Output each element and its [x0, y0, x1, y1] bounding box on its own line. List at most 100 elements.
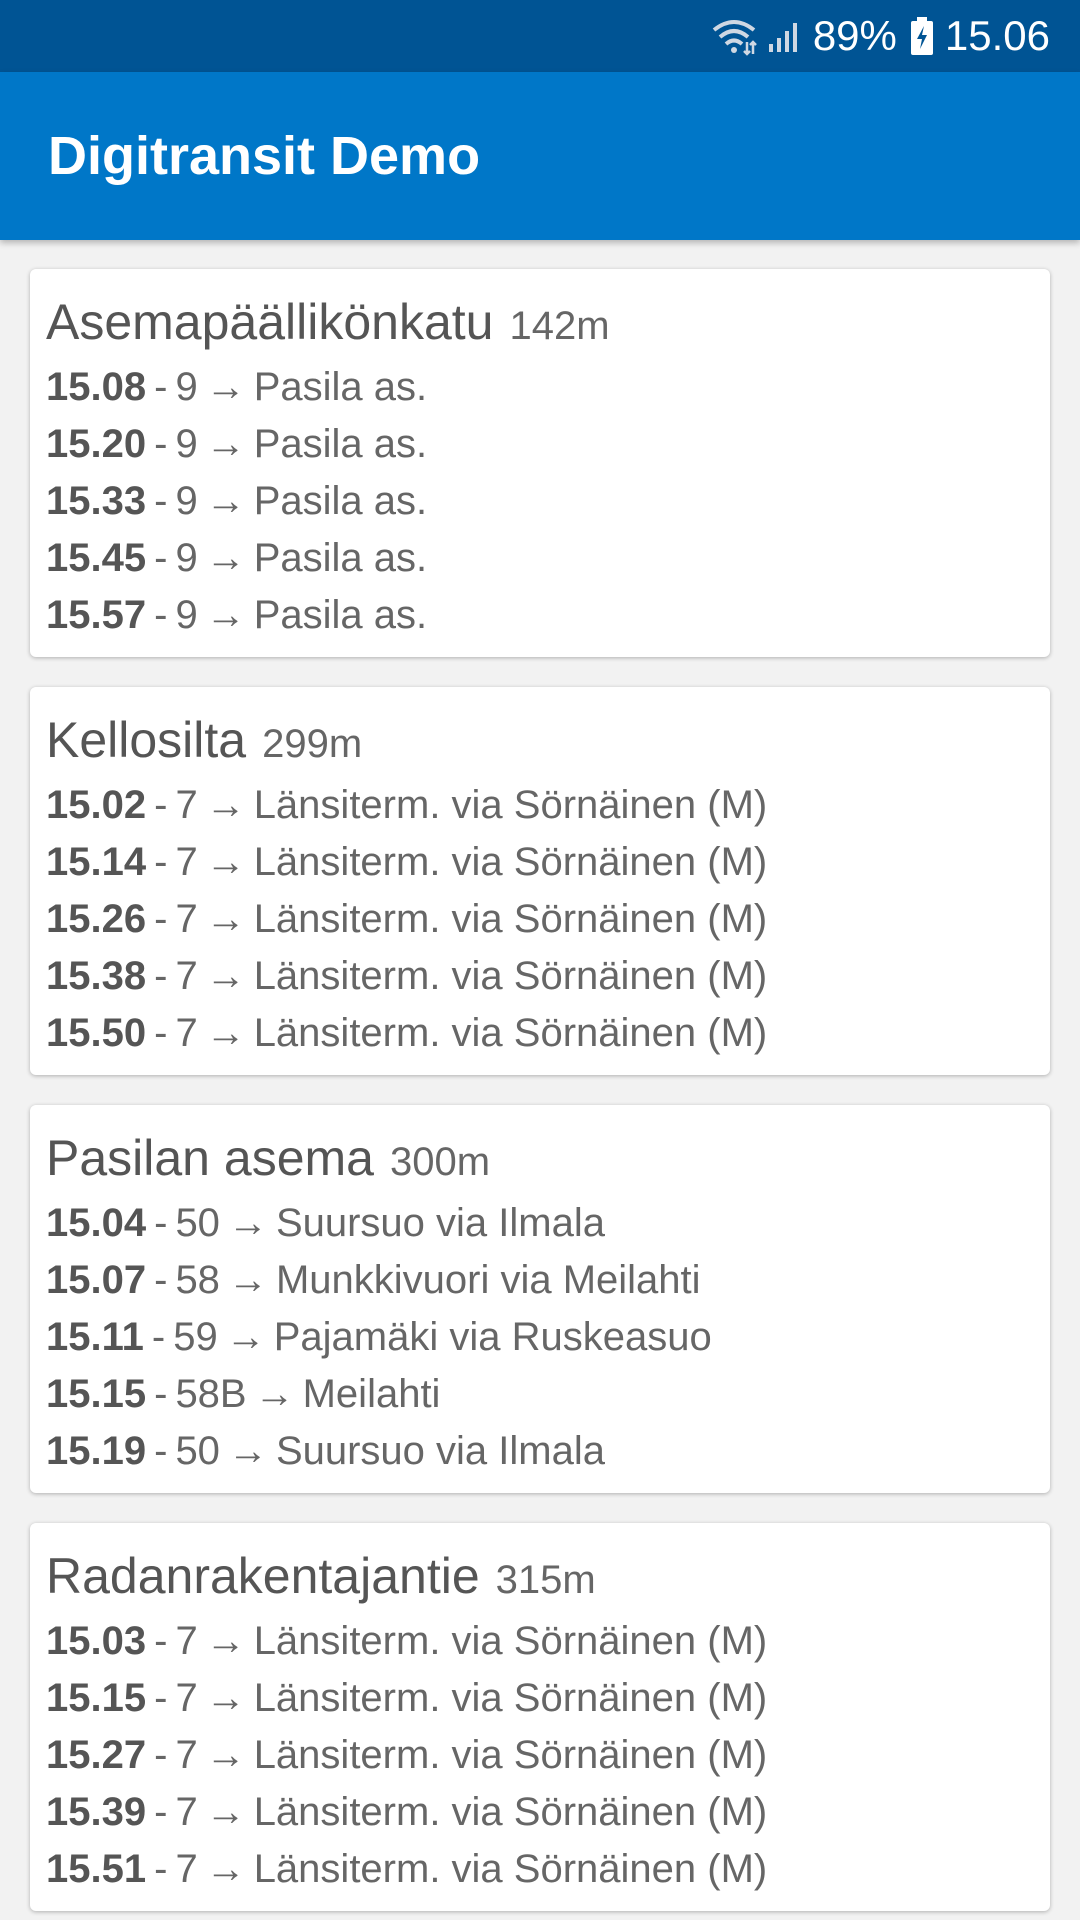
route-number: 7	[175, 840, 198, 884]
route-number: 9	[175, 422, 198, 466]
stop-name: Pasilan asema	[46, 1130, 374, 1186]
arrow-icon: →	[205, 783, 246, 827]
destination: Pasila as.	[253, 593, 428, 637]
separator: -	[154, 783, 168, 827]
separator: -	[154, 954, 168, 998]
route-number: 7	[175, 1619, 198, 1663]
stop-list[interactable]: Asemapäällikönkatu 142m 15.08-9 → Pasila a…	[0, 240, 1080, 1920]
departure-row: 15.39-7 → Länsiterm. via Sörnäinen (M)	[46, 1784, 1034, 1841]
stop-card[interactable]: Kellosilta 299m 15.02-7 → Länsiterm. via S…	[30, 687, 1050, 1075]
route-number: 7	[175, 1733, 198, 1777]
wifi-icon	[711, 16, 757, 56]
arrow-icon: →	[205, 897, 246, 941]
arrow-icon: →	[205, 1619, 246, 1663]
battery-percentage: 89%	[812, 12, 897, 59]
departure-row: 15.38-7 → Länsiterm. via Sörnäinen (M)	[46, 948, 1034, 1005]
arrow-icon: →	[205, 1011, 246, 1055]
stop-distance: 299m	[262, 722, 363, 766]
departure-time: 15.33	[46, 479, 147, 523]
separator: -	[154, 1733, 168, 1777]
departure-time: 15.02	[46, 783, 147, 827]
departure-time: 15.51	[46, 1847, 147, 1891]
separator: -	[154, 422, 168, 466]
arrow-icon: →	[205, 840, 246, 884]
separator: -	[154, 1201, 168, 1245]
stop-card[interactable]: Radanrakentajantie 315m 15.03-7 → Länsiter…	[30, 1523, 1050, 1911]
departure-row: 15.51-7 → Länsiterm. via Sörnäinen (M)	[46, 1841, 1034, 1898]
destination: Länsiterm. via Sörnäinen (M)	[253, 1619, 768, 1663]
destination: Suursuo via Ilmala	[275, 1429, 605, 1473]
departure-time: 15.57	[46, 593, 147, 637]
stop-name: Kellosilta	[46, 712, 247, 768]
route-number: 9	[175, 593, 198, 637]
arrow-icon: →	[205, 365, 246, 409]
arrow-icon: →	[227, 1201, 268, 1245]
route-number: 50	[175, 1201, 220, 1245]
departure-row: 15.26-7 → Länsiterm. via Sörnäinen (M)	[46, 891, 1034, 948]
stop-header: Pasilan asema 300m	[46, 1129, 1034, 1195]
arrow-icon: →	[205, 1790, 246, 1834]
destination: Länsiterm. via Sörnäinen (M)	[253, 1847, 768, 1891]
separator: -	[154, 897, 168, 941]
app-title: Digitransit Demo	[48, 126, 481, 186]
departure-row: 15.07-58 → Munkkivuori via Meilahti	[46, 1252, 1034, 1309]
departure-time: 15.14	[46, 840, 147, 884]
separator: -	[154, 479, 168, 523]
departure-time: 15.45	[46, 536, 147, 580]
arrow-icon: →	[205, 479, 246, 523]
destination: Länsiterm. via Sörnäinen (M)	[253, 1790, 768, 1834]
destination: Länsiterm. via Sörnäinen (M)	[253, 1733, 768, 1777]
departure-time: 15.15	[46, 1676, 147, 1720]
arrow-icon: →	[205, 1733, 246, 1777]
arrow-icon: →	[227, 1258, 268, 1302]
route-number: 7	[175, 783, 198, 827]
separator: -	[154, 1619, 168, 1663]
separator: -	[154, 1011, 168, 1055]
arrow-icon: →	[254, 1372, 295, 1416]
separator: -	[154, 1790, 168, 1834]
departure-row: 15.45-9 → Pasila as.	[46, 530, 1034, 587]
arrow-icon: →	[205, 1676, 246, 1720]
separator: -	[154, 1372, 168, 1416]
departure-time: 15.27	[46, 1733, 147, 1777]
clock: 15.06	[944, 12, 1050, 59]
arrow-icon: →	[205, 593, 246, 637]
departure-time: 15.26	[46, 897, 147, 941]
destination: Pasila as.	[253, 365, 428, 409]
stop-card[interactable]: Asemapäällikönkatu 142m 15.08-9 → Pasila a…	[30, 269, 1050, 657]
departure-time: 15.20	[46, 422, 147, 466]
departure-time: 15.11	[46, 1315, 144, 1359]
departure-row: 15.33-9 → Pasila as.	[46, 473, 1034, 530]
departure-row: 15.03-7 → Länsiterm. via Sörnäinen (M)	[46, 1613, 1034, 1670]
route-number: 58B	[175, 1372, 247, 1416]
separator: -	[151, 1315, 166, 1359]
separator: -	[154, 536, 168, 580]
arrow-icon: →	[205, 1847, 246, 1891]
arrow-icon: →	[205, 422, 246, 466]
route-number: 7	[175, 1011, 198, 1055]
destination: Länsiterm. via Sörnäinen (M)	[253, 1011, 768, 1055]
departure-time: 15.03	[46, 1619, 147, 1663]
departure-row: 15.20-9 → Pasila as.	[46, 416, 1034, 473]
stop-header: Kellosilta 299m	[46, 711, 1034, 777]
separator: -	[154, 593, 168, 637]
stop-name: Asemapäällikönkatu	[46, 294, 494, 350]
route-number: 7	[175, 1790, 198, 1834]
destination: Länsiterm. via Sörnäinen (M)	[253, 783, 768, 827]
route-number: 7	[175, 1847, 198, 1891]
stop-distance: 300m	[389, 1140, 491, 1184]
battery-charging-icon	[909, 16, 935, 56]
departure-row: 15.04-50 → Suursuo via Ilmala	[46, 1195, 1034, 1252]
destination: Pajamäki via Ruskeasuo	[273, 1315, 712, 1359]
departure-row: 15.11-59 → Pajamäki via Ruskeasuo	[46, 1309, 1034, 1366]
departure-time: 15.39	[46, 1790, 147, 1834]
departure-time: 15.38	[46, 954, 147, 998]
stop-card[interactable]: Pasilan asema 300m 15.04-50 → Suursuo via …	[30, 1105, 1050, 1493]
route-number: 9	[175, 365, 198, 409]
departure-time: 15.19	[46, 1429, 147, 1473]
destination: Pasila as.	[253, 536, 428, 580]
stop-distance: 142m	[509, 304, 610, 348]
departure-row: 15.19-50 → Suursuo via Ilmala	[46, 1423, 1034, 1480]
route-number: 7	[175, 1676, 198, 1720]
departure-time: 15.15	[46, 1372, 147, 1416]
